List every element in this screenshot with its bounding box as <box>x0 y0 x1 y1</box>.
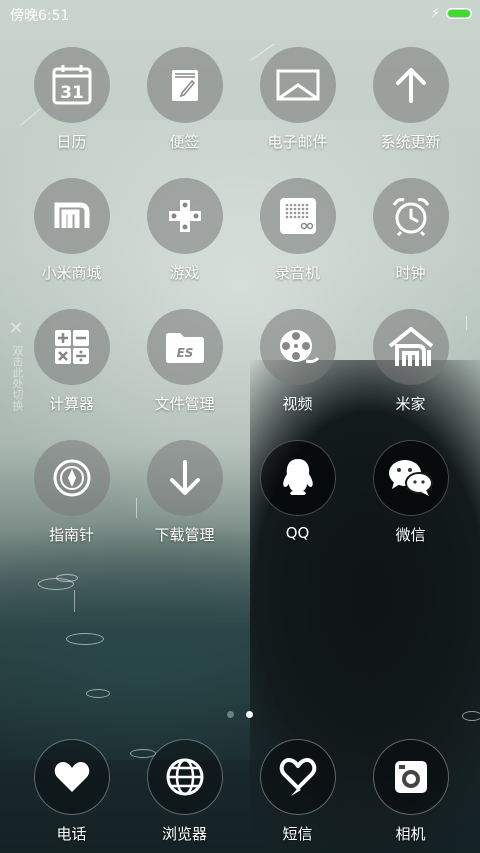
app-label: 录音机 <box>274 264 320 282</box>
compass-icon <box>33 440 110 516</box>
film-reel-icon <box>259 309 336 385</box>
app-label: 米家 <box>395 395 426 413</box>
heart-phone-icon <box>33 739 110 815</box>
app-wechat[interactable]: 微信 <box>354 440 467 545</box>
download-icon <box>146 440 223 516</box>
app-mi-home[interactable]: 米家 <box>354 309 467 414</box>
app-label: 计算器 <box>48 395 94 413</box>
update-arrow-icon <box>372 47 449 123</box>
app-label: 微信 <box>395 526 426 544</box>
status-time: 傍晚6:51 <box>10 8 70 24</box>
app-label: 游戏 <box>169 264 200 282</box>
status-bar: 傍晚6:51 ⚡ <box>0 0 480 28</box>
app-label: 便签 <box>169 133 200 151</box>
app-label: QQ <box>285 524 310 542</box>
app-label: 文件管理 <box>154 395 215 413</box>
app-label: 下载管理 <box>154 526 215 544</box>
heart-message-icon <box>259 739 336 815</box>
app-label: 相机 <box>395 825 426 843</box>
calendar-icon: 31 <box>33 47 110 123</box>
charging-icon: ⚡ <box>430 6 440 21</box>
app-label: 指南针 <box>48 526 94 544</box>
page-dot[interactable] <box>227 711 234 718</box>
page-indicator <box>0 703 480 722</box>
battery-icon <box>446 8 472 19</box>
app-games[interactable]: 游戏 <box>128 178 241 283</box>
dock-messages[interactable]: 短信 <box>241 739 354 844</box>
app-system-update[interactable]: 系统更新 <box>354 47 467 152</box>
mi-store-icon <box>33 178 110 254</box>
wechat-icon <box>372 440 449 516</box>
mi-home-icon <box>372 309 449 385</box>
app-label: 电话 <box>56 825 87 843</box>
app-qq[interactable]: QQ <box>241 440 354 542</box>
app-file-manager[interactable]: ES 文件管理 <box>128 309 241 414</box>
app-download-manager[interactable]: 下载管理 <box>128 440 241 545</box>
recorder-icon <box>259 178 336 254</box>
calculator-icon <box>33 309 110 385</box>
dock-phone[interactable]: 电话 <box>15 739 128 844</box>
app-recorder[interactable]: 录音机 <box>241 178 354 283</box>
app-calculator[interactable]: 计算器 <box>15 309 128 414</box>
qq-penguin-icon <box>259 440 336 516</box>
notes-icon <box>146 47 223 123</box>
alarm-clock-icon <box>372 178 449 254</box>
gamepad-icon <box>146 178 223 254</box>
app-clock[interactable]: 时钟 <box>354 178 467 283</box>
app-video[interactable]: 视频 <box>241 309 354 414</box>
app-notes[interactable]: 便签 <box>128 47 241 152</box>
calendar-day: 31 <box>60 83 84 103</box>
app-mi-store[interactable]: 小米商城 <box>15 178 128 283</box>
app-label: 浏览器 <box>161 825 207 843</box>
page-dot-active[interactable] <box>246 711 253 718</box>
app-label: 时钟 <box>395 264 426 282</box>
globe-icon <box>146 739 223 815</box>
folder-icon: ES <box>146 309 223 385</box>
dock-browser[interactable]: 浏览器 <box>128 739 241 844</box>
app-label: 系统更新 <box>380 133 441 151</box>
mail-icon <box>259 47 336 123</box>
dock-camera[interactable]: 相机 <box>354 739 467 844</box>
app-mail[interactable]: 电子邮件 <box>241 47 354 152</box>
app-label: 小米商城 <box>41 264 102 282</box>
folder-badge: ES <box>176 346 193 360</box>
app-label: 短信 <box>282 825 313 843</box>
app-label: 电子邮件 <box>267 133 328 151</box>
app-compass[interactable]: 指南针 <box>15 440 128 545</box>
app-label: 日历 <box>56 133 87 151</box>
app-label: 视频 <box>282 395 313 413</box>
camera-icon <box>372 739 449 815</box>
app-calendar[interactable]: 31 日历 <box>15 47 128 152</box>
